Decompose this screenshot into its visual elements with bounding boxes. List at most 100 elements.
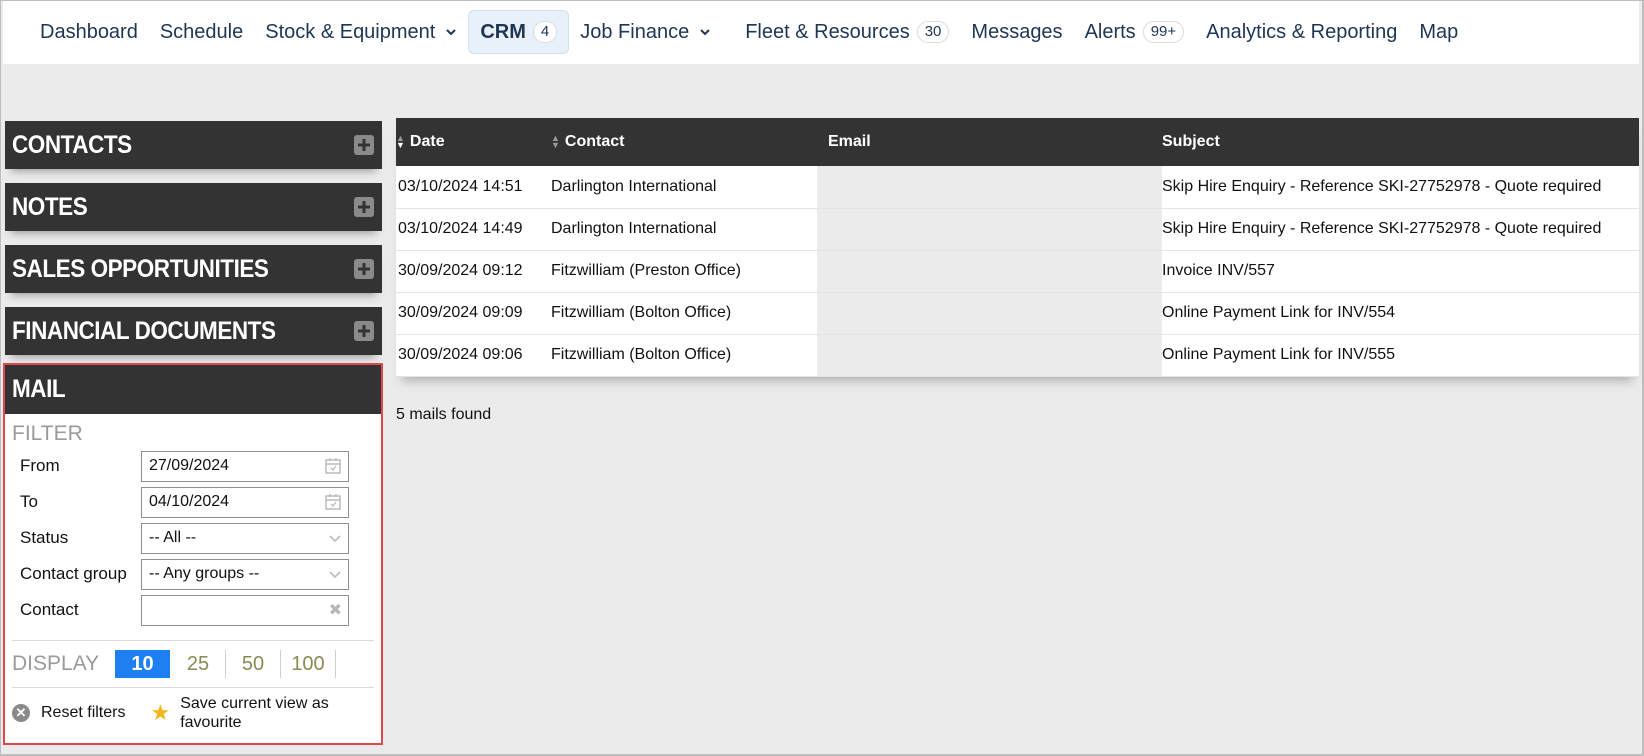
display-label: DISPLAY [12,652,100,675]
cell-date: 30/09/2024 09:06 [398,346,523,363]
contact-label: Contact [20,600,79,619]
chevron-down-icon [446,29,457,36]
nav-label: Analytics & Reporting [1206,20,1398,43]
table-row[interactable]: 30/09/2024 09:12 Fitzwilliam (Preston Of… [396,250,1639,292]
filter-contact-row: Contact ✖ [5,592,381,628]
display-row: DISPLAY 10 25 50 100 [5,641,381,687]
panel-financial-documents[interactable]: FINANCIAL DOCUMENTS [5,307,382,355]
table-row[interactable]: 03/10/2024 14:49 Darlington Internationa… [396,208,1639,250]
nav-analytics-reporting[interactable]: Analytics & Reporting [1195,10,1408,54]
table-row[interactable]: 30/09/2024 09:09 Fitzwilliam (Bolton Off… [396,292,1639,334]
panel-title: MAIL [12,375,66,403]
page-size-10[interactable]: 10 [115,650,170,678]
from-date-value: 27/09/2024 [149,457,230,474]
status-select[interactable]: -- All -- [141,522,349,554]
filter-actions: ✕ Reset filters ★ Save current view as f… [5,688,381,738]
cell-email [817,208,1162,250]
page-size-25[interactable]: 25 [171,650,226,678]
nav-alerts[interactable]: Alerts 99+ [1074,10,1196,54]
chevron-down-icon [329,535,341,543]
to-date-field[interactable]: 04/10/2024 [141,486,349,518]
expand-plus-icon[interactable] [354,259,374,279]
mail-table: ▲ ▼ Date ▲ ▼ Contact Email Subject 03/10/202… [396,118,1639,377]
cell-contact: Fitzwilliam (Preston Office) [551,262,741,279]
filter-to-row: To 04/10/2024 [5,484,381,520]
reset-x-icon: ✕ [12,704,30,722]
contact-group-select[interactable]: -- Any groups -- [141,558,349,590]
table-row[interactable]: 30/09/2024 09:06 Fitzwilliam (Bolton Off… [396,334,1639,376]
nav-job-finance[interactable]: Job Finance [569,10,722,54]
calendar-icon[interactable] [324,457,342,475]
panel-contacts[interactable]: CONTACTS [5,121,382,169]
nav-badge: 99+ [1142,21,1185,43]
header-email: Email [817,118,1162,166]
table-row[interactable]: 03/10/2024 14:51 Darlington Internationa… [396,166,1639,208]
page-size-50[interactable]: 50 [226,650,281,678]
expand-plus-icon[interactable] [354,197,374,217]
chevron-down-icon [329,571,341,579]
from-label: From [20,456,60,475]
cell-contact: Fitzwilliam (Bolton Office) [551,304,732,321]
nav-label: Fleet & Resources [745,20,910,43]
cell-date: 03/10/2024 14:49 [398,220,523,237]
contact-input[interactable]: ✖ [141,594,349,626]
calendar-icon[interactable] [324,493,342,511]
nav-label: Job Finance [580,20,690,43]
reset-filters-label: Reset filters [41,704,126,721]
cell-date: 30/09/2024 09:09 [398,304,523,321]
from-date-field[interactable]: 27/09/2024 [141,450,349,482]
nav-label: Schedule [159,20,244,43]
nav-dashboard[interactable]: Dashboard [29,10,149,54]
chevron-down-icon [700,29,710,36]
status-value: -- All -- [149,529,197,546]
cell-subject: Online Payment Link for INV/555 [1162,346,1396,363]
filter-status-row: Status -- All -- [5,520,381,556]
nav-messages[interactable]: Messages [960,10,1073,54]
nav-schedule[interactable]: Schedule [149,10,254,54]
to-label: To [20,492,38,511]
contact-group-label: Contact group [20,564,127,583]
reset-filters-button[interactable]: ✕ Reset filters [12,704,125,722]
nav-map[interactable]: Map [1408,10,1469,54]
cell-date: 03/10/2024 14:51 [398,177,523,195]
nav-stock-equipment[interactable]: Stock & Equipment [254,10,468,54]
header-date-label: Date [409,133,445,150]
header-subject: Subject [1162,118,1639,166]
header-email-label: Email [828,133,871,150]
status-label: Status [20,528,69,547]
results-count: 5 mails found [396,406,492,423]
cell-contact: Fitzwilliam (Bolton Office) [551,346,732,363]
cell-email [817,334,1162,376]
header-date[interactable]: ▲ ▼ Date [396,118,551,166]
sort-icon: ▲ ▼ [396,132,405,150]
cell-email [817,166,1162,208]
nav-fleet-resources[interactable]: Fleet & Resources 30 [734,10,960,54]
clear-icon[interactable]: ✖ [329,600,342,620]
nav-label: CRM [480,20,526,43]
nav-label: Map [1419,20,1459,43]
expand-plus-icon[interactable] [354,321,374,341]
nav-label: Dashboard [40,20,138,43]
panel-title: SALES OPPORTUNITIES [12,254,269,283]
nav-label: Stock & Equipment [265,20,436,43]
save-favourite-button[interactable]: ★ Save current view as favourite [125,694,340,732]
cell-subject: Skip Hire Enquiry - Reference SKI-277529… [1162,220,1602,237]
nav-crm[interactable]: CRM 4 [468,10,570,54]
header-contact[interactable]: ▲ ▼ Contact [551,118,817,166]
filter-title: FILTER [12,422,83,445]
panel-sales-opportunities[interactable]: SALES OPPORTUNITIES [5,245,382,293]
panel-mail[interactable]: MAIL [5,365,381,414]
save-favourite-label: Save current view as favourite [180,695,329,731]
filter-group-row: Contact group -- Any groups -- [5,556,381,592]
expand-plus-icon[interactable] [354,135,374,155]
cell-email [817,292,1162,334]
star-icon: ★ [150,700,171,725]
page-size-100[interactable]: 100 [281,650,336,678]
header-contact-label: Contact [564,133,625,150]
nav-label: Messages [971,20,1063,43]
panel-notes[interactable]: NOTES [5,183,382,231]
panel-title: CONTACTS [12,130,132,159]
to-date-value: 04/10/2024 [149,493,230,510]
cell-subject: Invoice INV/557 [1162,262,1275,279]
header-subject-label: Subject [1162,133,1220,150]
